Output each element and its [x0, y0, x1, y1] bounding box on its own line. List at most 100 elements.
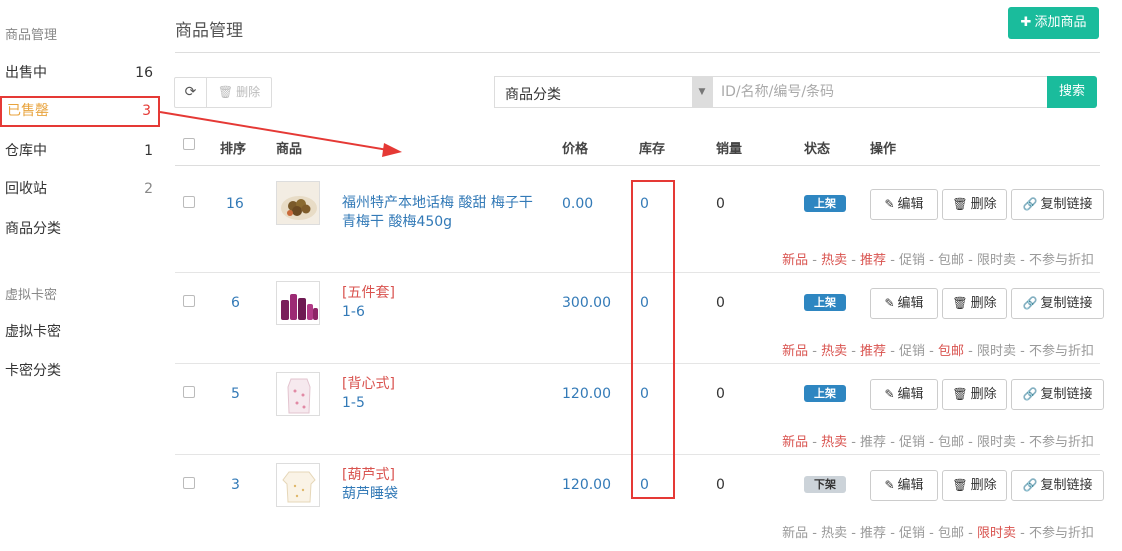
copy-link-label: 复制链接 [1040, 197, 1093, 212]
promo-tag-toggle[interactable]: 新品 [782, 435, 808, 450]
sidebar-item-label: 卡密分类 [5, 363, 61, 379]
promo-tag-toggle[interactable]: 限时卖 [977, 253, 1016, 268]
status-badge[interactable]: 上架 [804, 195, 846, 212]
promo-tag-toggle[interactable]: 限时卖 [977, 526, 1016, 541]
row-sort[interactable]: 3 [231, 477, 240, 493]
copy-link-button[interactable]: 🔗 复制链接 [1011, 189, 1104, 220]
col-stock[interactable]: 库存 [639, 138, 665, 157]
promo-tag-toggle[interactable]: 推荐 [860, 526, 886, 541]
row-checkbox[interactable] [183, 196, 195, 208]
trash-icon: 🗑 [952, 296, 968, 310]
sidebar-item-card-categories[interactable]: 卡密分类 [0, 356, 160, 386]
delete-button[interactable]: 🗑 删除 [942, 288, 1007, 319]
sidebar-item-count: 2 [144, 181, 153, 197]
row-checkbox[interactable] [183, 386, 195, 398]
edit-button[interactable]: ✎ 编辑 [870, 379, 938, 410]
sidebar-item-warehouse[interactable]: 仓库中 1 [0, 136, 160, 166]
promo-tag-toggle[interactable]: 包邮 [938, 344, 964, 359]
tag-separator: - [886, 526, 900, 541]
promo-tag-toggle[interactable]: 不参与折扣 [1029, 526, 1094, 541]
promo-tag-toggle[interactable]: 不参与折扣 [1029, 344, 1094, 359]
promo-tag-toggle[interactable]: 推荐 [860, 253, 886, 268]
status-badge[interactable]: 下架 [804, 476, 846, 493]
promo-tag-toggle[interactable]: 促销 [899, 526, 925, 541]
sidebar-item-sold-out[interactable]: 已售罄 3 [0, 96, 160, 127]
promo-tag-toggle[interactable]: 限时卖 [977, 435, 1016, 450]
status-badge[interactable]: 上架 [804, 385, 846, 402]
delete-label: 删除 [970, 478, 997, 493]
promo-tag-toggle[interactable]: 新品 [782, 526, 808, 541]
edit-button[interactable]: ✎ 编辑 [870, 470, 938, 501]
promo-tag-toggle[interactable]: 促销 [899, 344, 925, 359]
tag-separator: - [1016, 253, 1029, 268]
promo-tag-toggle[interactable]: 包邮 [938, 526, 964, 541]
row-sort[interactable]: 16 [226, 196, 244, 212]
sidebar: 商品管理 出售中 16 已售罄 3 仓库中 1 回收站 2 商品分类 虚拟卡密 … [0, 0, 160, 551]
copy-link-button[interactable]: 🔗 复制链接 [1011, 379, 1104, 410]
promo-tag-toggle[interactable]: 热卖 [821, 344, 847, 359]
col-price[interactable]: 价格 [562, 138, 588, 157]
promo-tag-toggle[interactable]: 限时卖 [977, 344, 1016, 359]
sidebar-item-count: 1 [144, 143, 153, 159]
search-input[interactable] [713, 76, 1048, 108]
delete-button[interactable]: 🗑 删除 [942, 379, 1007, 410]
tag-separator: - [847, 253, 861, 268]
promo-tag-toggle[interactable]: 推荐 [860, 435, 886, 450]
row-price[interactable]: 120.00 [562, 386, 611, 402]
row-sort[interactable]: 5 [231, 386, 240, 402]
product-variant-tag: [背心式] [342, 376, 395, 392]
sidebar-item-virtual-cards[interactable]: 虚拟卡密 [0, 317, 160, 347]
product-name-link[interactable]: [葫芦式] 葫芦睡袋 [342, 466, 542, 504]
promo-tag-toggle[interactable]: 热卖 [821, 526, 847, 541]
product-thumbnail[interactable] [276, 181, 320, 225]
row-price[interactable]: 300.00 [562, 295, 611, 311]
promo-tag-toggle[interactable]: 热卖 [821, 435, 847, 450]
sidebar-section-virtual: 虚拟卡密 [5, 288, 58, 303]
delete-button[interactable]: 🗑 删除 [942, 189, 1007, 220]
promo-tag-toggle[interactable]: 包邮 [938, 435, 964, 450]
product-thumbnail[interactable] [276, 463, 320, 507]
promo-tag-toggle[interactable]: 促销 [899, 435, 925, 450]
promo-tag-toggle[interactable]: 不参与折扣 [1029, 435, 1094, 450]
row-checkbox[interactable] [183, 295, 195, 307]
col-sales[interactable]: 销量 [716, 138, 742, 157]
promo-tag-toggle[interactable]: 不参与折扣 [1029, 253, 1094, 268]
promo-tag-toggle[interactable]: 热卖 [821, 253, 847, 268]
promo-tag-toggle[interactable]: 新品 [782, 253, 808, 268]
row-sort[interactable]: 6 [231, 295, 240, 311]
sidebar-item-recycle-bin[interactable]: 回收站 2 [0, 174, 160, 204]
refresh-button[interactable]: ⟳ [175, 78, 207, 107]
delete-button[interactable]: 🗑 删除 [942, 470, 1007, 501]
promo-tag-toggle[interactable]: 推荐 [860, 344, 886, 359]
cosmetics-image [277, 282, 319, 324]
col-sort[interactable]: 排序 [220, 138, 246, 157]
add-product-button[interactable]: ✚ 添加商品 [1008, 7, 1099, 39]
category-select[interactable]: 商品分类 ▼ [494, 76, 713, 108]
tag-separator: - [886, 253, 900, 268]
plus-icon: ✚ [1020, 15, 1032, 30]
edit-button[interactable]: ✎ 编辑 [870, 189, 938, 220]
product-variant-tag: [葫芦式] [342, 467, 395, 483]
sidebar-item-on-sale[interactable]: 出售中 16 [0, 58, 160, 88]
bulk-delete-button[interactable]: 🗑 删除 [207, 78, 271, 107]
product-name-link[interactable]: [五件套] 1-6 [342, 284, 542, 322]
product-name-link[interactable]: 福州特产本地话梅 酸甜 梅子干 青梅干 酸梅450g [342, 194, 542, 232]
product-name-link[interactable]: [背心式] 1-5 [342, 375, 542, 413]
promo-tag-toggle[interactable]: 新品 [782, 344, 808, 359]
copy-link-button[interactable]: 🔗 复制链接 [1011, 470, 1104, 501]
row-checkbox[interactable] [183, 477, 195, 489]
promo-tag-toggle[interactable]: 促销 [899, 253, 925, 268]
product-thumbnail[interactable] [276, 281, 320, 325]
row-price[interactable]: 120.00 [562, 477, 611, 493]
row-price[interactable]: 0.00 [562, 196, 593, 212]
category-select-value: 商品分类 [505, 87, 561, 103]
status-badge[interactable]: 上架 [804, 294, 846, 311]
product-thumbnail[interactable] [276, 372, 320, 416]
select-all-checkbox[interactable] [183, 138, 195, 150]
copy-link-button[interactable]: 🔗 复制链接 [1011, 288, 1104, 319]
sidebar-item-categories[interactable]: 商品分类 [0, 214, 160, 244]
search-button[interactable]: 搜索 [1047, 76, 1097, 108]
promo-tag-toggle[interactable]: 包邮 [938, 253, 964, 268]
edit-button[interactable]: ✎ 编辑 [870, 288, 938, 319]
row-tags: 新品 - 热卖 - 推荐 - 促销 - 包邮 - 限时卖 - 不参与折扣 [782, 431, 1094, 450]
